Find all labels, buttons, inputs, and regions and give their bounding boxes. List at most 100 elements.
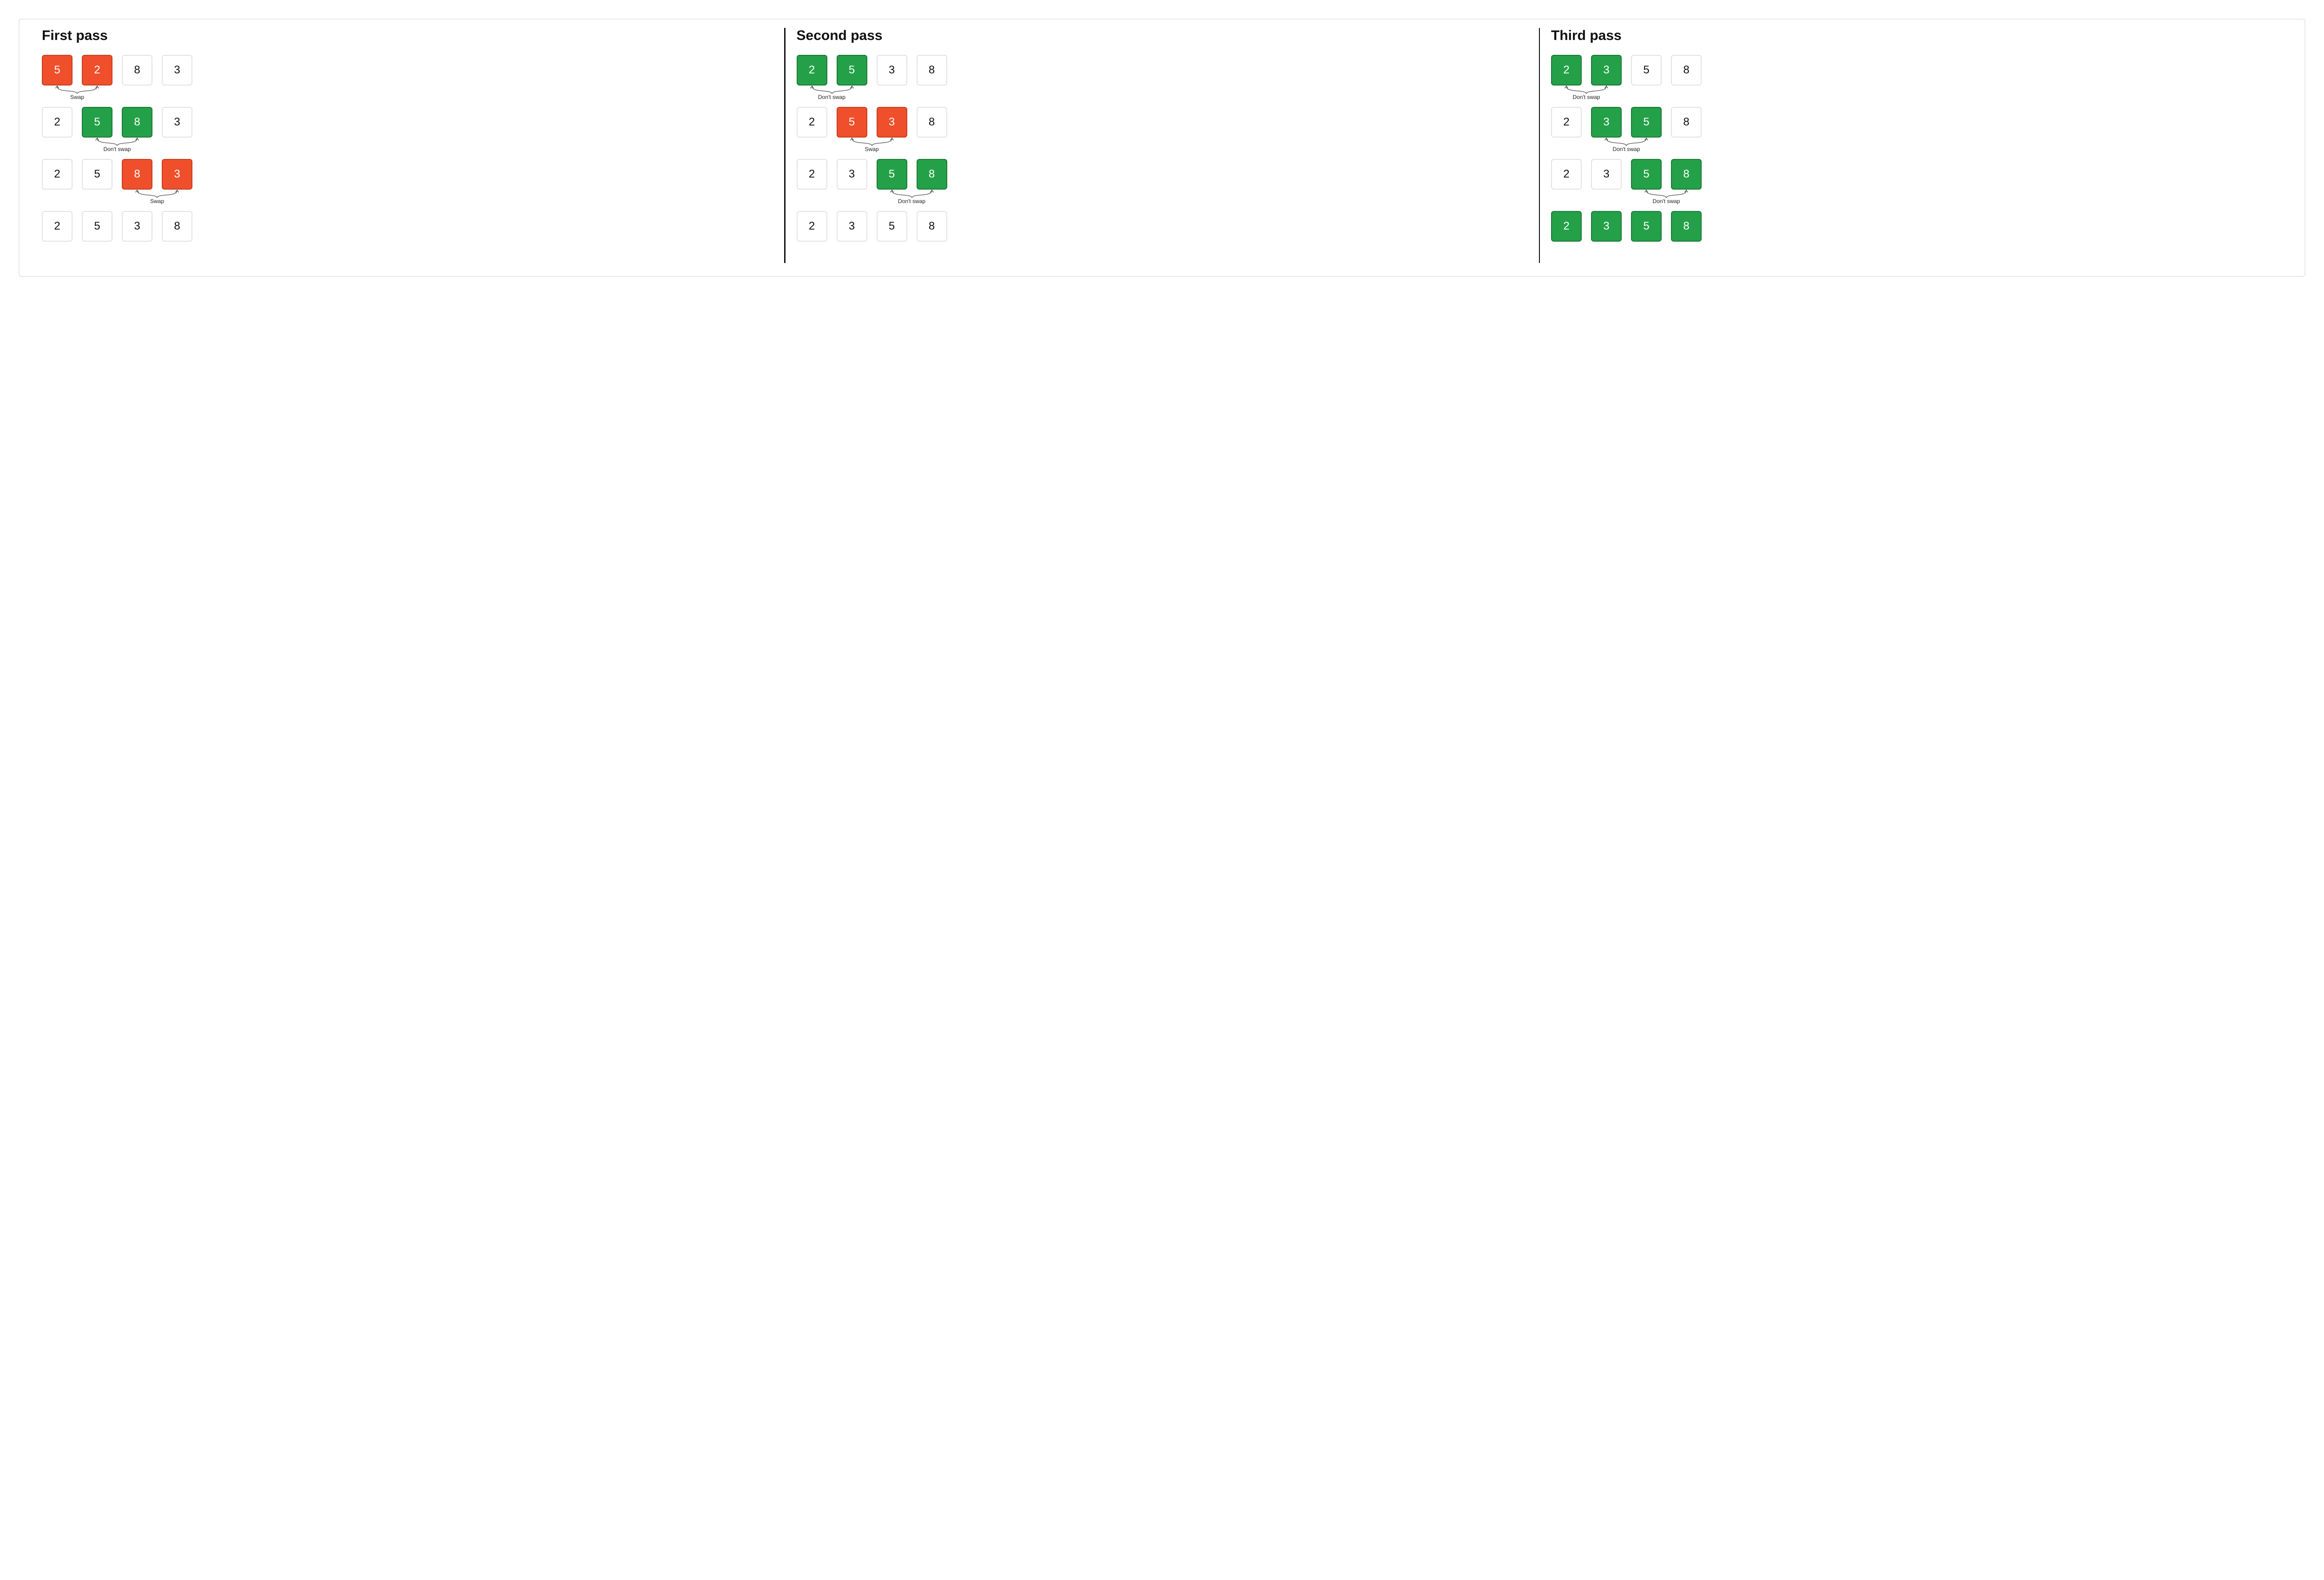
array-cell: 2: [42, 107, 73, 138]
array-cell: 2: [797, 55, 827, 86]
pass-title: Second pass: [797, 28, 1528, 44]
sort-step: 2583 Swap: [42, 159, 773, 204]
compare-annotation: [42, 242, 773, 257]
array-cell: 8: [917, 211, 947, 242]
array-cell: 2: [1551, 211, 1582, 242]
array-row: 2358: [797, 159, 1528, 190]
array-cell: 2: [1551, 55, 1582, 86]
array-cell: 5: [82, 107, 112, 138]
array-cell: 2: [1551, 107, 1582, 138]
array-row: 2583: [42, 159, 773, 190]
array-cell: 2: [42, 159, 73, 190]
array-cell: 3: [162, 55, 192, 86]
array-cell: 8: [1671, 55, 1702, 86]
array-cell: 5: [837, 55, 867, 86]
compare-annotation: Swap: [42, 86, 773, 100]
array-cell: 2: [42, 211, 73, 242]
sort-step: 2358: [1551, 211, 2282, 257]
array-cell: 8: [162, 211, 192, 242]
array-row: 2583: [42, 107, 773, 138]
compare-annotation: Don't swap: [42, 138, 773, 152]
array-cell: 2: [1551, 159, 1582, 190]
array-cell: 5: [877, 159, 907, 190]
sort-step: 2358 Don't swap: [797, 159, 1528, 204]
compare-annotation: Don't swap: [1551, 190, 2282, 204]
array-cell: 5: [1631, 159, 1662, 190]
array-cell: 3: [162, 107, 192, 138]
annotation-label-swap: Swap: [70, 94, 84, 100]
compare-annotation: Don't swap: [797, 190, 1528, 204]
array-cell: 2: [82, 55, 112, 86]
array-cell: 3: [1591, 211, 1622, 242]
array-row: 2538: [797, 107, 1528, 138]
array-cell: 5: [42, 55, 73, 86]
sort-step: 2583 Don't swap: [42, 107, 773, 152]
annotation-label-swap: Swap: [150, 198, 164, 204]
sort-step: 2358: [797, 211, 1528, 257]
compare-annotation: Don't swap: [1551, 86, 2282, 100]
array-cell: 8: [1671, 107, 1702, 138]
array-cell: 2: [797, 211, 827, 242]
array-row: 2538: [797, 55, 1528, 86]
array-cell: 3: [837, 211, 867, 242]
array-cell: 3: [122, 211, 152, 242]
pass-title: First pass: [42, 28, 773, 44]
pass-column: First pass5283Swap2583Don't swap2583Swap…: [31, 28, 784, 263]
array-cell: 3: [162, 159, 192, 190]
array-cell: 8: [917, 159, 947, 190]
array-row: 2358: [1551, 107, 2282, 138]
array-cell: 3: [1591, 55, 1622, 86]
array-row: 2358: [1551, 159, 2282, 190]
compare-annotation: [1551, 242, 2282, 257]
array-cell: 3: [1591, 159, 1622, 190]
array-cell: 8: [917, 107, 947, 138]
annotation-label-noswap: Don't swap: [818, 94, 845, 100]
array-cell: 2: [797, 159, 827, 190]
array-row: 2358: [1551, 55, 2282, 86]
annotation-label-noswap: Don't swap: [1573, 94, 1600, 100]
array-cell: 8: [1671, 211, 1702, 242]
array-cell: 8: [917, 55, 947, 86]
sort-step: 5283 Swap: [42, 55, 773, 100]
pass-column: Third pass2358Don't swap2358Don't swap23…: [1540, 28, 2293, 263]
compare-annotation: [797, 242, 1528, 257]
array-row: 2358: [1551, 211, 2282, 242]
array-row: 2358: [797, 211, 1528, 242]
array-cell: 8: [122, 107, 152, 138]
pass-title: Third pass: [1551, 28, 2282, 44]
sort-step: 2358 Don't swap: [1551, 55, 2282, 100]
annotation-label-swap: Swap: [865, 146, 878, 152]
array-row: 5283: [42, 55, 773, 86]
sort-step: 2538 Don't swap: [797, 55, 1528, 100]
annotation-label-noswap: Don't swap: [898, 198, 925, 204]
array-cell: 5: [82, 211, 112, 242]
sort-step: 2358 Don't swap: [1551, 107, 2282, 152]
array-cell: 5: [1631, 211, 1662, 242]
sort-step: 2538 Swap: [797, 107, 1528, 152]
array-cell: 5: [82, 159, 112, 190]
compare-annotation: Don't swap: [1551, 138, 2282, 152]
array-cell: 3: [1591, 107, 1622, 138]
array-row: 2538: [42, 211, 773, 242]
array-cell: 5: [837, 107, 867, 138]
compare-annotation: Don't swap: [797, 86, 1528, 100]
array-cell: 5: [877, 211, 907, 242]
pass-column: Second pass2538Don't swap2538Swap2358Don…: [786, 28, 1539, 263]
array-cell: 2: [797, 107, 827, 138]
array-cell: 3: [877, 107, 907, 138]
array-cell: 8: [1671, 159, 1702, 190]
annotation-label-noswap: Don't swap: [1653, 198, 1680, 204]
sort-step: 2538: [42, 211, 773, 257]
compare-annotation: Swap: [42, 190, 773, 204]
array-cell: 5: [1631, 55, 1662, 86]
annotation-label-noswap: Don't swap: [104, 146, 131, 152]
compare-annotation: Swap: [797, 138, 1528, 152]
bubble-sort-diagram: First pass5283Swap2583Don't swap2583Swap…: [19, 19, 2305, 277]
array-cell: 8: [122, 159, 152, 190]
array-cell: 3: [877, 55, 907, 86]
annotation-label-noswap: Don't swap: [1613, 146, 1640, 152]
array-cell: 3: [837, 159, 867, 190]
array-cell: 5: [1631, 107, 1662, 138]
array-cell: 8: [122, 55, 152, 86]
sort-step: 2358 Don't swap: [1551, 159, 2282, 204]
